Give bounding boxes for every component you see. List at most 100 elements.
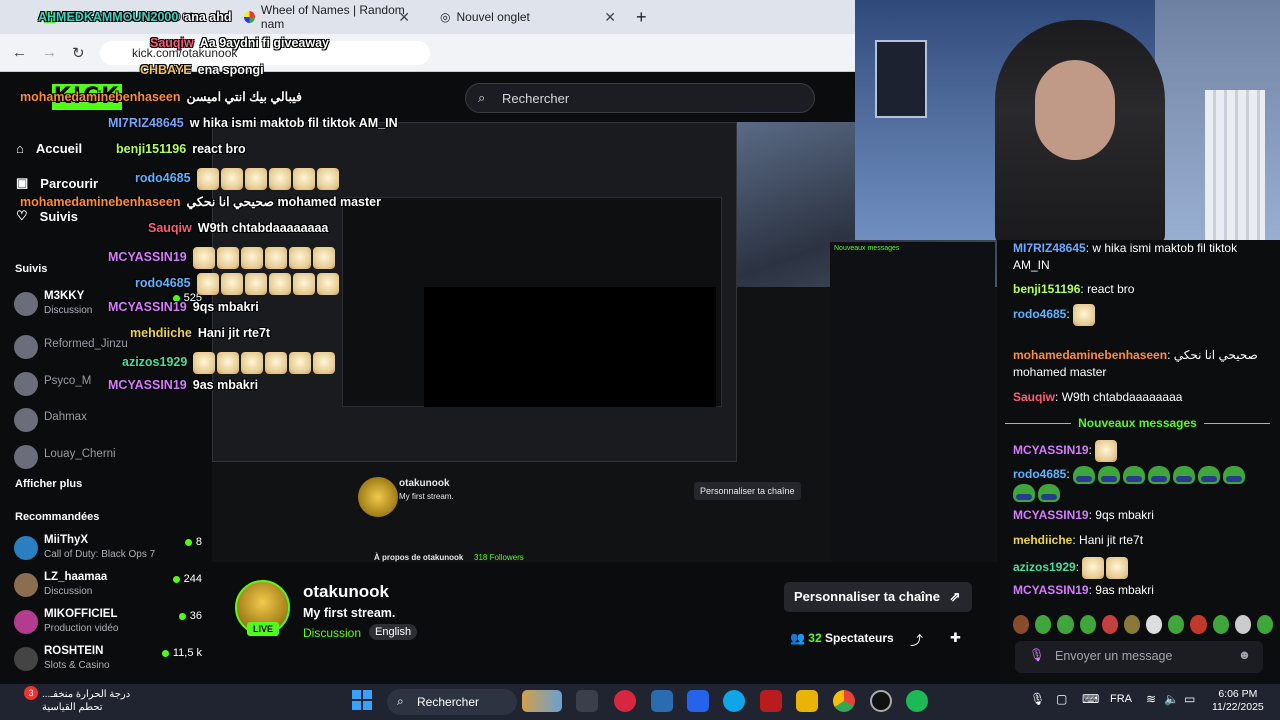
overlay-chat-line: rodo4685 (135, 168, 341, 190)
recommended-channel[interactable]: MiiThyX Call of Duty: Black Ops 7 8 (14, 534, 204, 566)
search-highlight-icon[interactable] (522, 690, 562, 712)
emote-icon[interactable] (1234, 614, 1251, 634)
close-tab-icon[interactable]: ✕ (398, 9, 410, 26)
emote-icon[interactable] (1168, 614, 1185, 634)
overlay-username: CHBAYE (140, 63, 192, 77)
users-icon: 👥 (790, 631, 805, 645)
task-view-icon[interactable] (576, 690, 598, 712)
followed-channel[interactable]: Louay_Cherni (14, 443, 204, 475)
streamer-name[interactable]: otakunook (303, 582, 389, 602)
chat-username[interactable]: MI7RIZ48645 (1013, 241, 1086, 255)
chat-input[interactable]: 🎙 Envoyer un message ☻ (1015, 641, 1263, 673)
chat-username[interactable]: MCYASSIN19 (1013, 583, 1089, 597)
language-indicator[interactable]: FRA (1110, 693, 1132, 705)
back-icon[interactable]: ← (12, 44, 27, 61)
battery-icon[interactable]: ▭ (1184, 692, 1195, 706)
chat-username[interactable]: MCYASSIN19 (1013, 443, 1089, 457)
chat-message[interactable]: azizos1929: (1013, 557, 1273, 579)
chat-username[interactable]: mehdiiche (1013, 533, 1072, 547)
new-messages-divider[interactable]: Nouveaux messages (1005, 416, 1270, 430)
taskbar-search[interactable]: ⌕ Rechercher (387, 689, 517, 715)
emote-icon[interactable] (1256, 614, 1274, 634)
chat-username[interactable]: benji151196 (1013, 282, 1080, 296)
emote-icon[interactable] (1190, 614, 1207, 634)
chat-message[interactable]: MI7RIZ48645: w hika ismi maktob fil tikt… (1013, 240, 1273, 274)
recommended-channel[interactable]: MIKOFFICIEL Production vidéo 36 (14, 608, 204, 640)
chat-username[interactable]: MCYASSIN19 (1013, 508, 1089, 522)
language-tag[interactable]: English (369, 624, 418, 640)
avatar (14, 445, 38, 469)
emote-icon[interactable] (1013, 614, 1030, 634)
follow-user-icon[interactable]: ✚ (950, 630, 961, 646)
chat-username[interactable]: rodo4685 (1013, 467, 1066, 481)
emote-icon[interactable] (1212, 614, 1229, 634)
new-tab-button[interactable]: + (628, 4, 652, 30)
webcam-radiator (1205, 90, 1265, 240)
search-input[interactable]: ⌕ Rechercher (465, 83, 815, 113)
taskbar-search-label: Rechercher (417, 695, 480, 709)
emote-icon (265, 352, 288, 374)
obs-icon[interactable] (870, 690, 892, 712)
share-icon[interactable]: ⤴ (910, 630, 923, 649)
store-icon[interactable] (651, 690, 673, 712)
chat-message[interactable]: MCYASSIN19: (1013, 440, 1273, 462)
emoji-icon[interactable]: ☻ (1238, 648, 1251, 662)
emote-icon[interactable] (1101, 614, 1118, 634)
microphone-tray-icon[interactable]: 🎙 (1030, 692, 1045, 706)
recommended-channel[interactable]: ROSHTEIN Slots & Casino 11,5 k (14, 645, 204, 677)
followed-channel[interactable]: Dahmax (14, 406, 204, 438)
chat-message[interactable]: mohamedaminebenhaseen: صحيحي انا نحكي mo… (1013, 347, 1273, 381)
chat-message[interactable]: MCYASSIN19: 9qs mbakri (1013, 507, 1273, 524)
overlay-message: react bro (192, 142, 246, 156)
emote-icon[interactable] (1123, 614, 1141, 634)
emote-icon[interactable] (1035, 614, 1052, 634)
chat-username[interactable]: rodo4685 (1013, 307, 1066, 321)
emote-icon[interactable] (1057, 614, 1074, 634)
emote-icon[interactable] (1079, 614, 1096, 634)
overlay-chat-line: MCYASSIN19 9qs mbakri (108, 300, 259, 314)
forward-icon[interactable]: → (42, 44, 57, 61)
mcafee-icon[interactable] (760, 690, 782, 712)
spotify-icon[interactable] (906, 690, 928, 712)
wifi-icon[interactable]: ≋ (1146, 692, 1156, 706)
webcam-face (1035, 60, 1115, 160)
search-placeholder: Rechercher (502, 91, 570, 106)
tray-app-icon[interactable]: ▢ (1056, 692, 1067, 706)
reload-icon[interactable]: ↻ (72, 44, 85, 62)
chat-username[interactable]: azizos1929 (1013, 560, 1076, 574)
folder-icon[interactable] (796, 690, 818, 712)
overlay-chat-line: mohamedaminebenhaseen صحيحي انا نحكي moha… (20, 194, 381, 209)
edge-icon[interactable] (723, 690, 745, 712)
clock[interactable]: 6:06 PM 11/22/2025 (1212, 688, 1264, 714)
app-icon[interactable] (687, 690, 709, 712)
emote-icon (316, 168, 339, 190)
keyboard-icon[interactable]: ⌨ (1082, 692, 1099, 706)
recommended-channel[interactable]: LZ_haamaa Discussion 244 (14, 571, 204, 603)
tab-new[interactable]: ◎ Nouvel onglet ✕ (432, 4, 622, 30)
viewer-count-text: 244 (183, 573, 202, 585)
nav-following[interactable]: ♡ Suivis (16, 208, 78, 224)
chat-message[interactable]: benji151196: react bro (1013, 281, 1273, 298)
emote-icon[interactable] (1146, 614, 1163, 634)
app-icon[interactable] (614, 690, 636, 712)
chat-message[interactable]: rodo4685: (1013, 466, 1273, 502)
show-more-link[interactable]: Afficher plus (15, 478, 82, 490)
chat-username[interactable]: mohamedaminebenhaseen (1013, 348, 1167, 362)
chat-message[interactable]: mehdiiche: Hani jit rte7t (1013, 532, 1273, 549)
windows-start-icon[interactable] (352, 690, 372, 710)
close-tab-icon[interactable]: ✕ (604, 9, 616, 26)
chat-message[interactable]: Sauqiw: W9th chtabdaaaaaaaa (1013, 389, 1273, 406)
microphone-icon[interactable]: 🎙 (1029, 648, 1045, 663)
chat-message[interactable]: MCYASSIN19: 9as mbakri (1013, 582, 1273, 599)
stream-category[interactable]: Discussion (303, 626, 361, 640)
customize-channel-button[interactable]: Personnaliser ta chaîne ⇗ (784, 582, 972, 612)
nav-browse[interactable]: ▣ Parcourir (16, 175, 98, 191)
nav-home[interactable]: ⌂ Accueil (16, 141, 82, 156)
chat-message[interactable]: rodo4685: (1013, 304, 1273, 326)
chrome-icon[interactable] (833, 690, 855, 712)
weather-widget[interactable]: درجة الحرارة منخفـ... تحطم القياسية (42, 688, 130, 714)
tab-wheel-of-names[interactable]: Wheel of Names | Random nam ✕ (236, 3, 416, 31)
chat-separator: : (1066, 307, 1074, 322)
volume-icon[interactable]: 🔈 (1164, 692, 1179, 706)
chat-username[interactable]: Sauqiw (1013, 390, 1055, 404)
